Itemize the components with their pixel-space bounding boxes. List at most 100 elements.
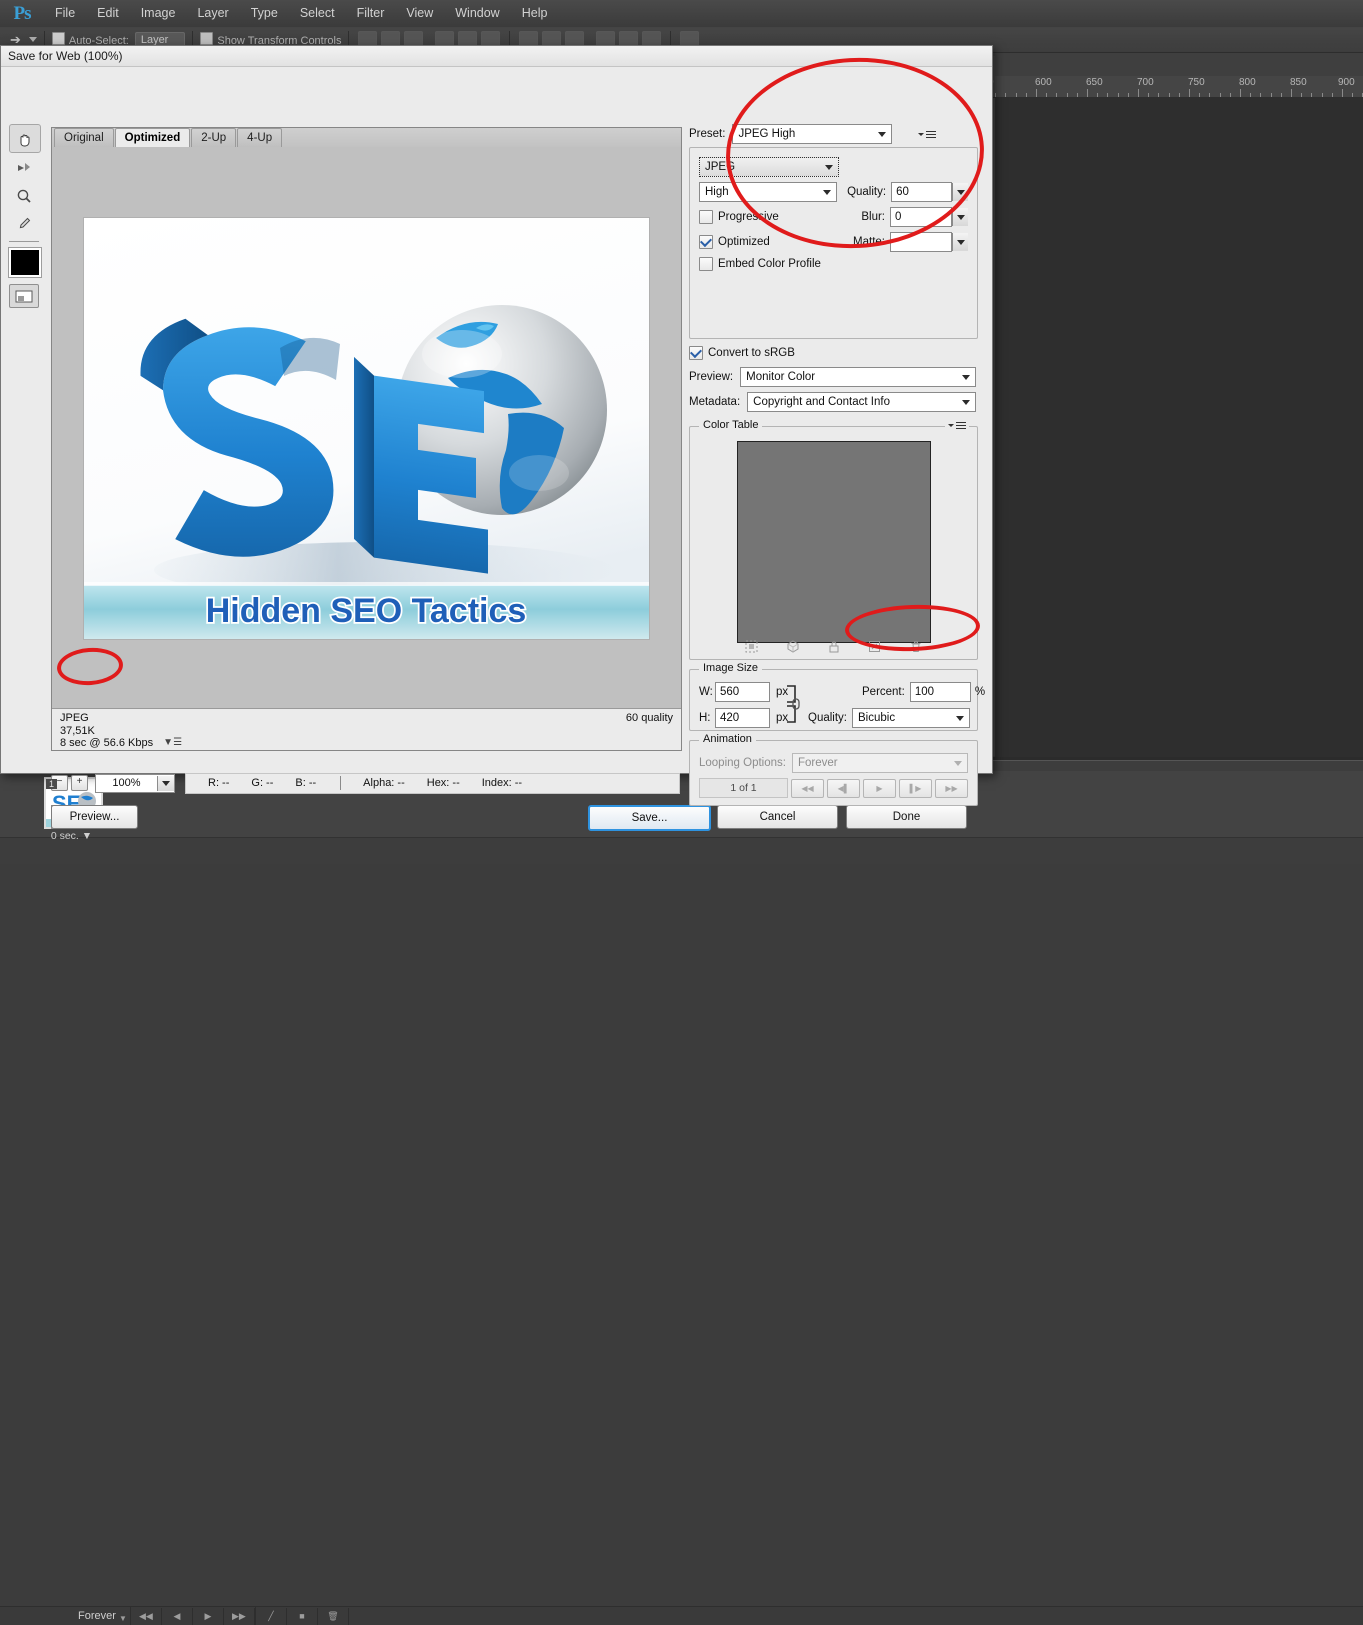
compression-chevron-down-icon[interactable]: [818, 189, 836, 195]
preview-button[interactable]: Preview...: [51, 805, 138, 829]
preview-color-dropdown[interactable]: Monitor Color: [740, 367, 976, 387]
file-format-dropdown[interactable]: JPEG: [699, 157, 839, 177]
new-color-icon[interactable]: [867, 639, 882, 653]
blur-stepper[interactable]: [952, 208, 968, 226]
select-previous-frame-button[interactable]: ◀: [162, 1607, 193, 1625]
image-caption-text: Hidden SEO Tactics: [206, 592, 527, 630]
auto-select-checkbox[interactable]: [51, 32, 65, 45]
info-quality: 60 quality: [625, 712, 673, 724]
matte-color-picker[interactable]: [952, 233, 968, 251]
delete-icon[interactable]: [908, 639, 923, 653]
select-first-frame-button[interactable]: ◀◀: [131, 1607, 162, 1625]
menu-window[interactable]: Window: [444, 0, 510, 27]
done-button[interactable]: Done: [846, 805, 967, 829]
ruler-tick-850: 850: [1290, 77, 1307, 88]
format-chevron-down-icon[interactable]: [820, 164, 838, 170]
tab-original[interactable]: Original: [54, 128, 114, 147]
embed-color-profile-checkbox[interactable]: [699, 257, 713, 271]
menu-type[interactable]: Type: [240, 0, 289, 27]
delete-frame-button[interactable]: 🗑: [318, 1607, 349, 1625]
width-field[interactable]: [715, 682, 770, 702]
transparency-icon[interactable]: [744, 639, 759, 653]
menu-layer[interactable]: Layer: [186, 0, 239, 27]
save-button[interactable]: Save...: [588, 805, 711, 831]
color-table-swatches[interactable]: [737, 441, 931, 643]
menu-help[interactable]: Help: [511, 0, 559, 27]
settings-flyout-menu-icon[interactable]: [918, 129, 937, 140]
height-input[interactable]: [716, 709, 769, 727]
looping-options-dropdown[interactable]: Forever ▼: [72, 1610, 130, 1623]
percent-input[interactable]: [910, 683, 970, 701]
tool-preset-chevron-icon[interactable]: [28, 37, 37, 42]
slice-select-icon: [18, 162, 30, 171]
tween-frames-button[interactable]: ╱: [256, 1607, 287, 1625]
ruler-tick-900: 900: [1338, 77, 1355, 88]
matte-field[interactable]: [890, 232, 952, 252]
metadata-dropdown[interactable]: Copyright and Contact Info: [747, 392, 976, 412]
optimized-image-preview[interactable]: Hidden SEO Tactics: [83, 216, 650, 640]
info-filesize: 37,51K: [60, 724, 95, 737]
zoom-tool[interactable]: [9, 182, 39, 209]
tab-optimized[interactable]: Optimized: [114, 128, 191, 147]
duplicate-frame-button[interactable]: ■: [287, 1607, 318, 1625]
toggle-slices-visibility-button[interactable]: [9, 284, 39, 308]
preset-chevron-down-icon[interactable]: [873, 131, 891, 137]
play-animation-button[interactable]: ▶: [193, 1607, 224, 1625]
play-button: ▶: [863, 778, 896, 798]
frame-counter-label: 1 of 1: [730, 782, 757, 794]
height-field[interactable]: [715, 708, 770, 728]
image-preview-stage[interactable]: Hidden SEO Tactics: [52, 147, 681, 709]
menu-image[interactable]: Image: [130, 0, 187, 27]
dialog-title: Save for Web (100%): [1, 46, 992, 67]
menu-file[interactable]: File: [44, 0, 86, 27]
tab-2up[interactable]: 2-Up: [191, 128, 237, 147]
cancel-button[interactable]: Cancel: [717, 805, 838, 829]
menu-edit[interactable]: Edit: [86, 0, 130, 27]
zoom-in-button[interactable]: +: [71, 775, 88, 791]
resample-quality-dropdown[interactable]: Bicubic: [852, 708, 970, 728]
menu-filter[interactable]: Filter: [346, 0, 396, 27]
optimized-label: Optimized: [718, 236, 770, 248]
constrain-proportions-chain-icon[interactable]: [786, 684, 800, 724]
metadata-chevron-down-icon[interactable]: [957, 399, 975, 405]
eyedropper-tool[interactable]: [9, 210, 39, 237]
web-shift-icon[interactable]: [785, 639, 800, 653]
blur-input[interactable]: [891, 208, 951, 226]
toolbar-divider: [9, 241, 39, 242]
resample-chevron-down-icon[interactable]: [951, 715, 969, 721]
slice-select-tool[interactable]: [9, 154, 39, 181]
percent-field[interactable]: [909, 682, 971, 702]
quality-stepper[interactable]: [952, 183, 968, 201]
quality-label: Quality:: [847, 186, 887, 198]
download-settings-flyout-icon[interactable]: ▼☰: [163, 737, 182, 750]
image-size-group: Image Size W: px H: px: [689, 662, 985, 731]
show-transform-checkbox[interactable]: [200, 32, 214, 45]
optimized-checkbox[interactable]: [699, 235, 713, 249]
zoom-level-dropdown[interactable]: 100%: [95, 773, 175, 793]
info-format: JPEG: [60, 712, 89, 724]
select-next-frame-button[interactable]: ▶▶: [224, 1607, 255, 1625]
eyedropper-color-swatch[interactable]: [8, 247, 42, 278]
progressive-checkbox[interactable]: [699, 210, 713, 224]
seo-artwork: Hidden SEO Tactics: [84, 217, 649, 639]
preset-dropdown[interactable]: JPEG High: [732, 124, 893, 144]
lock-icon[interactable]: [826, 639, 841, 653]
quality-input[interactable]: [892, 183, 952, 201]
color-table-flyout-menu-icon[interactable]: [945, 420, 969, 431]
blur-field[interactable]: [890, 207, 952, 227]
slices-visibility-icon: [15, 290, 33, 302]
settings-column: Preset: JPEG High JPEG High Quality: 60 …: [689, 124, 985, 806]
menu-view[interactable]: View: [395, 0, 444, 27]
chevron-down-icon[interactable]: [157, 775, 174, 791]
matte-label: Matte:: [853, 236, 885, 248]
width-input[interactable]: [716, 683, 769, 701]
convert-to-srgb-checkbox[interactable]: [689, 346, 703, 360]
compression-quality-dropdown[interactable]: High: [699, 182, 838, 202]
quality-field[interactable]: [891, 182, 953, 202]
matte-input[interactable]: [891, 233, 951, 251]
hand-tool[interactable]: [9, 124, 41, 153]
menu-select[interactable]: Select: [289, 0, 346, 27]
preview-color-chevron-down-icon[interactable]: [957, 374, 975, 380]
frame-duration-label[interactable]: 0 sec. ▼: [44, 830, 99, 842]
tab-4up[interactable]: 4-Up: [237, 128, 283, 147]
